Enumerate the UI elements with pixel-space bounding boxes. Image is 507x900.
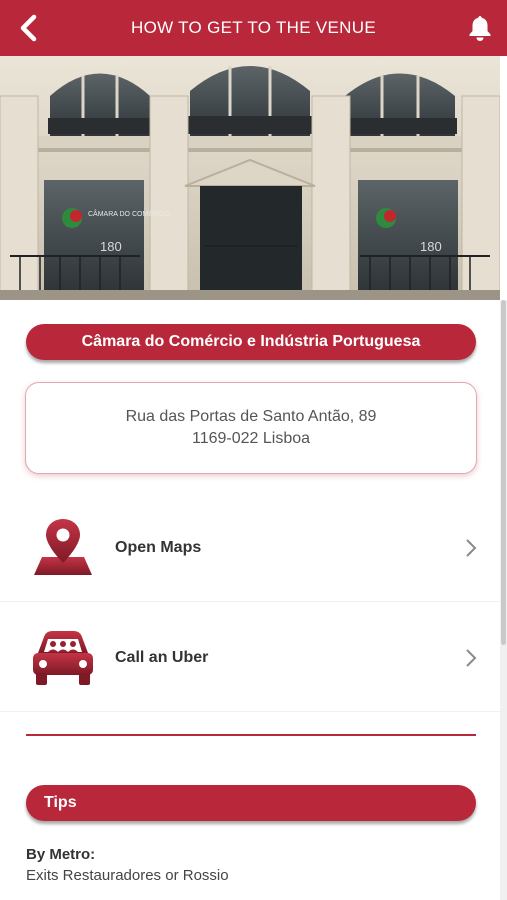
chevron-left-icon[interactable] — [14, 12, 44, 44]
open-maps-label: Open Maps — [115, 538, 202, 556]
call-uber-label: Call an Uber — [115, 648, 209, 666]
car-icon — [33, 630, 93, 685]
app-header: HOW TO GET TO THE VENUE — [0, 0, 507, 56]
venue-photo: CÂMARA DO COMÉRCIO 180 180 — [0, 56, 500, 300]
chevron-right-icon — [466, 538, 477, 557]
call-uber-button[interactable]: Call an Uber — [0, 604, 500, 712]
page-title: HOW TO GET TO THE VENUE — [131, 18, 376, 37]
banner-right-number: 180 — [420, 239, 442, 254]
metro-tip-text: Exits Restauradores or Rossio — [26, 867, 229, 884]
tips-title: Tips — [44, 794, 77, 811]
banner-left-text: CÂMARA DO COMÉRCIO — [88, 209, 171, 218]
address-line-2: 1169-022 Lisboa — [191, 430, 311, 447]
section-divider — [26, 734, 476, 736]
map-pin-icon — [34, 518, 92, 575]
scrollbar-thumb[interactable] — [501, 300, 506, 645]
bell-icon[interactable] — [465, 13, 495, 43]
scrollbar[interactable] — [500, 300, 507, 900]
address-card: Rua das Portas de Santo Antão, 89 1169-0… — [25, 382, 477, 474]
tips-section-header: Tips — [26, 785, 476, 821]
metro-tip-heading: By Metro: — [26, 846, 96, 863]
open-maps-button[interactable]: Open Maps — [0, 494, 500, 602]
chevron-right-icon — [466, 648, 477, 667]
banner-left-number: 180 — [100, 239, 122, 254]
address-line-1: Rua das Portas de Santo Antão, 89 — [125, 408, 377, 425]
venue-name-pill: Câmara do Comércio e Indústria Portugues… — [26, 324, 476, 360]
venue-building-illustration: CÂMARA DO COMÉRCIO 180 180 — [0, 56, 500, 300]
venue-name: Câmara do Comércio e Indústria Portugues… — [81, 333, 421, 350]
